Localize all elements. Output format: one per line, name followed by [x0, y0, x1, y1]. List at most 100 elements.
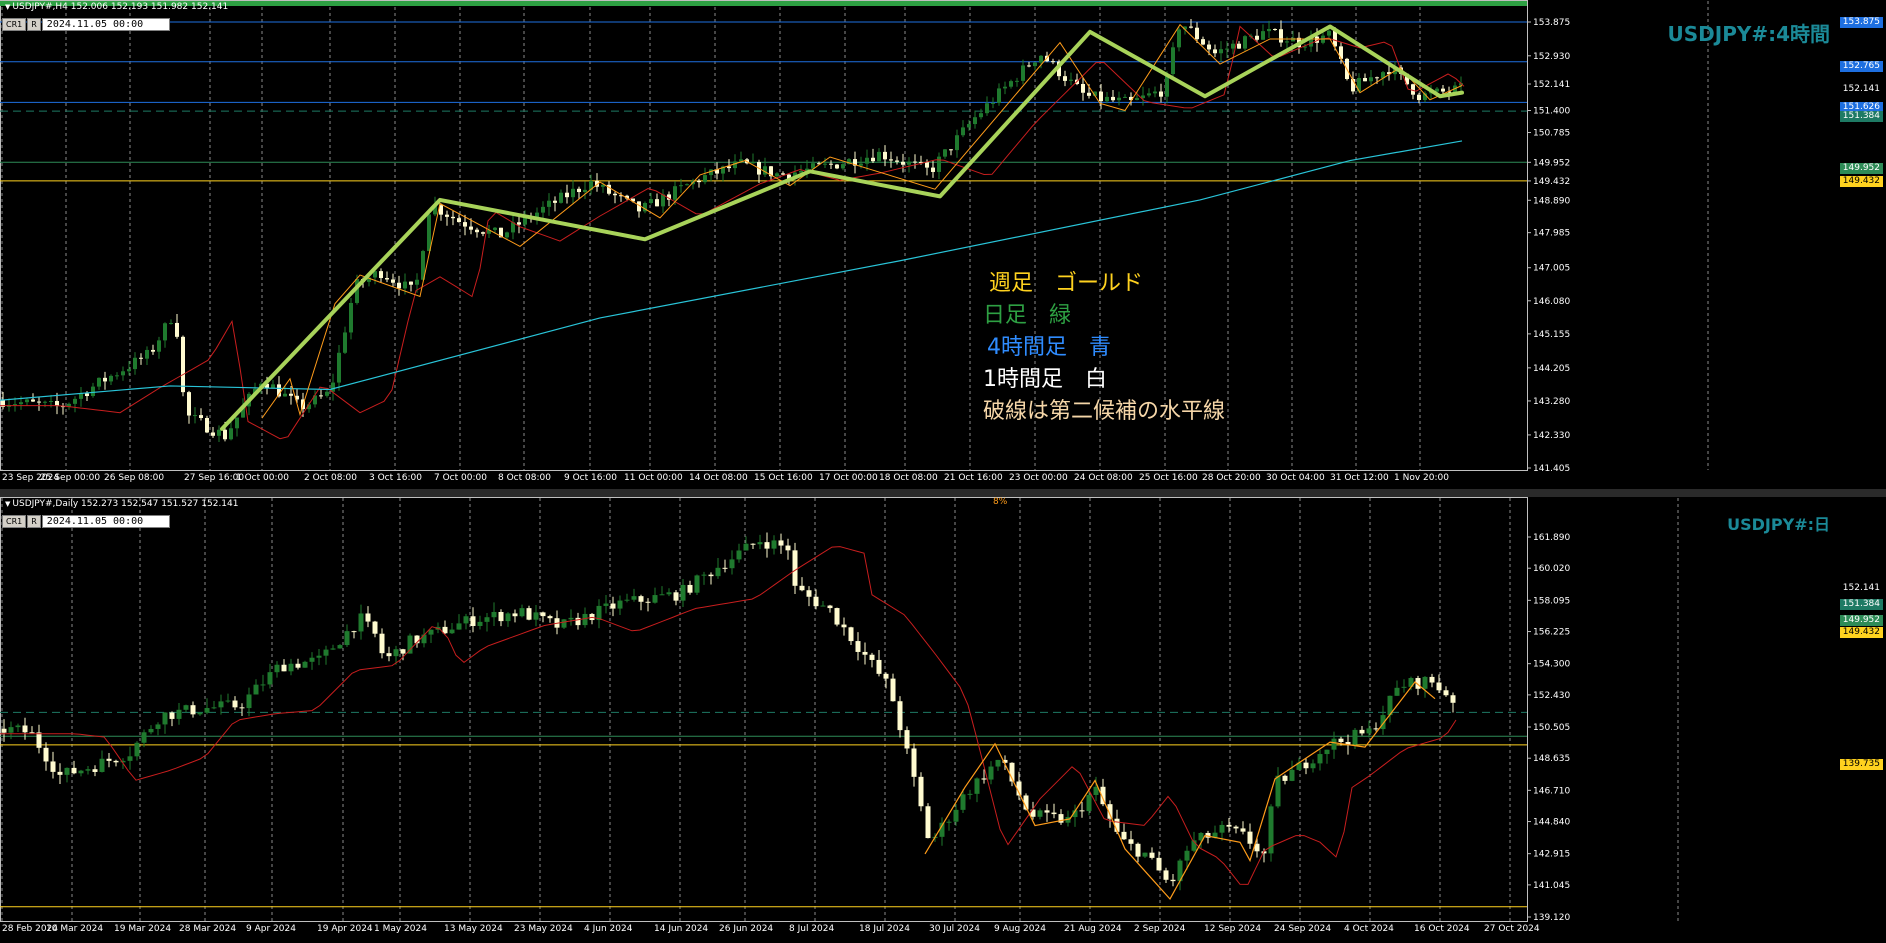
- candle-body: [1243, 36, 1247, 49]
- candle-body: [835, 164, 839, 169]
- zigzag-small: [261, 23, 1463, 419]
- candle-body: [288, 663, 294, 672]
- candle-body: [155, 724, 161, 729]
- candle-body: [151, 349, 155, 352]
- candle-body: [372, 621, 378, 634]
- price-tag: 153.875: [1839, 17, 1883, 28]
- price-tick-label: 144.840: [1533, 818, 1570, 828]
- candle-body: [103, 377, 107, 382]
- daily-chart-window[interactable]: 28 Feb 2024 10 Mar 2024 19 Mar 2024 28 Mar …: [0, 497, 1886, 943]
- candle-body: [575, 617, 581, 626]
- candle-body: [451, 216, 455, 219]
- candle-body: [547, 616, 553, 619]
- h4-cr1-button[interactable]: CR1: [2, 17, 27, 31]
- h4-datetime-field[interactable]: 2024.11.05 00:00: [41, 17, 170, 31]
- candle-body: [337, 645, 343, 649]
- candle-body: [1225, 48, 1229, 50]
- price-tick-label: 153.875: [1533, 18, 1570, 28]
- candle-body: [64, 767, 70, 775]
- candle-body: [274, 664, 280, 673]
- candle-body: [946, 821, 952, 823]
- candle-body: [344, 631, 350, 646]
- candle-body: [239, 707, 245, 709]
- candle-body: [449, 629, 455, 634]
- candle-body: [139, 357, 143, 359]
- h4-r-button[interactable]: R: [27, 17, 41, 31]
- candle-body: [613, 193, 617, 196]
- candle-body: [109, 375, 113, 382]
- candle-body: [1079, 810, 1085, 812]
- candle-body: [577, 188, 581, 193]
- candle-body: [204, 708, 210, 713]
- candle-body: [1037, 810, 1043, 817]
- candle-body: [666, 592, 672, 595]
- candle-body: [1128, 839, 1134, 844]
- candle-body: [727, 166, 731, 169]
- candle-body: [1051, 812, 1057, 815]
- candle-body: [991, 102, 995, 104]
- candle-body: [799, 585, 805, 591]
- candle-body: [1086, 794, 1092, 812]
- candle-body: [50, 761, 56, 772]
- candle-body: [325, 391, 329, 396]
- candle-body: [1261, 31, 1265, 40]
- collapse-triangle-icon[interactable]: ▼: [5, 3, 10, 11]
- h4-chart-canvas[interactable]: 23 Sep 202425 Sep 00:00 26 Sep 08:00 27 Se…: [0, 0, 1886, 489]
- candle-body: [904, 730, 910, 749]
- candle-body: [997, 88, 1001, 103]
- price-tick-label: 158.095: [1533, 596, 1570, 606]
- candle-body: [865, 157, 869, 164]
- price-tag: 149.432: [1839, 627, 1883, 638]
- candle-body: [133, 357, 137, 370]
- price-tick-label: 142.915: [1533, 850, 1570, 860]
- candle-body: [491, 611, 497, 618]
- top-band: [0, 1, 1527, 6]
- daily-chart-canvas[interactable]: 28 Feb 202410 Mar 2024 19 Mar 2024 28 Mar …: [0, 497, 1886, 943]
- candle-body: [907, 161, 911, 165]
- candle-body: [1021, 65, 1025, 81]
- candle-body: [1069, 79, 1073, 81]
- candle-body: [1201, 39, 1205, 45]
- candle-body: [205, 418, 209, 433]
- candle-body: [553, 200, 557, 203]
- candle-body: [859, 163, 863, 166]
- candle-body: [1255, 35, 1259, 40]
- candle-body: [1352, 729, 1358, 745]
- price-tick-label: 147.005: [1533, 264, 1570, 274]
- price-tick-label: 146.080: [1533, 297, 1570, 307]
- candle-body: [415, 279, 419, 285]
- price-tick-label: 150.785: [1533, 129, 1570, 139]
- candle-body: [295, 663, 301, 668]
- candle-body: [943, 149, 947, 157]
- candle-body: [386, 653, 392, 657]
- candle-body: [985, 103, 989, 114]
- candle-body: [931, 167, 935, 172]
- price-tick-label: 139.120: [1533, 913, 1570, 923]
- price-tick-label: 151.400: [1533, 107, 1570, 117]
- daily-cr1-button[interactable]: CR1: [2, 514, 27, 528]
- candle-body: [961, 127, 965, 136]
- candle-body: [1189, 26, 1193, 28]
- date-tick-label: 13 May 2024: [444, 924, 503, 934]
- candle-body: [559, 192, 563, 203]
- candle-body: [1394, 687, 1400, 696]
- h4-chart-window[interactable]: 23 Sep 2024 25 Sep 00:00 26 Sep 08:00 27 Se…: [0, 0, 1886, 489]
- candle-body: [1111, 96, 1115, 101]
- date-tick-label: 26 Jun 2024: [719, 924, 773, 934]
- daily-r-button[interactable]: R: [27, 514, 41, 528]
- candle-body: [645, 601, 651, 603]
- candle-body: [955, 135, 959, 151]
- candle-body: [583, 189, 587, 193]
- daily-datetime-field[interactable]: 2024.11.05 00:00: [41, 514, 170, 528]
- candle-body: [365, 613, 371, 622]
- candle-body: [750, 543, 756, 545]
- date-tick-label: 25 Oct 16:00: [1139, 473, 1198, 483]
- price-tag: 152.141: [1839, 583, 1883, 594]
- candle-body: [1317, 754, 1323, 764]
- candle-body: [19, 402, 23, 405]
- price-tick-label: 148.635: [1533, 754, 1570, 764]
- price-tick-label: 146.710: [1533, 786, 1570, 796]
- pane-separator[interactable]: [0, 489, 1886, 497]
- candle-body: [481, 232, 485, 234]
- collapse-triangle-icon[interactable]: ▼: [5, 500, 10, 508]
